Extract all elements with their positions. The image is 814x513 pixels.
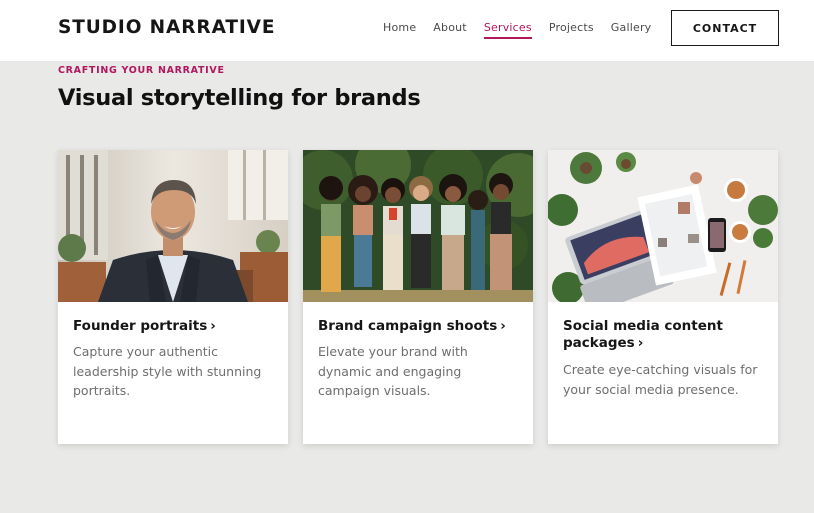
service-card-social-media[interactable]: Social media content packages › Create ey… [548, 150, 778, 444]
card-title-brand-campaign[interactable]: Brand campaign shoots › [318, 318, 523, 335]
site-logo[interactable]: STUDIO NARRATIVE [58, 17, 275, 38]
nav-projects[interactable]: Projects [549, 20, 594, 39]
card-description-founder-portraits: Capture your authentic leadership style … [73, 344, 262, 398]
chevron-right-icon: › [500, 318, 506, 334]
chevron-right-icon: › [210, 318, 216, 334]
card-description-brand-campaign: Elevate your brand with dynamic and enga… [318, 344, 468, 398]
card-title-social-media[interactable]: Social media content packages › [563, 318, 768, 352]
nav-gallery[interactable]: Gallery [611, 20, 652, 39]
social-media-flatlay-image [548, 150, 778, 302]
service-card-brand-campaign[interactable]: Brand campaign shoots › Elevate your bran… [303, 150, 533, 444]
card-description-social-media: Create eye-catching visuals for your soc… [563, 362, 758, 397]
chevron-right-icon: › [637, 335, 644, 351]
main-nav: Home About Services Projects Gallery [383, 20, 668, 39]
site-header: STUDIO NARRATIVE Home About Services Pro… [0, 0, 814, 61]
section-headline: Visual storytelling for brands [58, 85, 421, 111]
founder-portrait-image [58, 150, 288, 302]
card-title-founder-portraits[interactable]: Founder portraits › [73, 318, 278, 335]
brand-campaign-image [303, 150, 533, 302]
nav-services[interactable]: Services [483, 20, 532, 39]
nav-about[interactable]: About [433, 20, 467, 39]
section-kicker: CRAFTING YOUR NARRATIVE [58, 65, 225, 76]
contact-button[interactable]: CONTACT [671, 10, 779, 46]
service-card-founder-portraits[interactable]: Founder portraits › Capture your authenti… [58, 150, 288, 444]
nav-home[interactable]: Home [383, 20, 416, 39]
